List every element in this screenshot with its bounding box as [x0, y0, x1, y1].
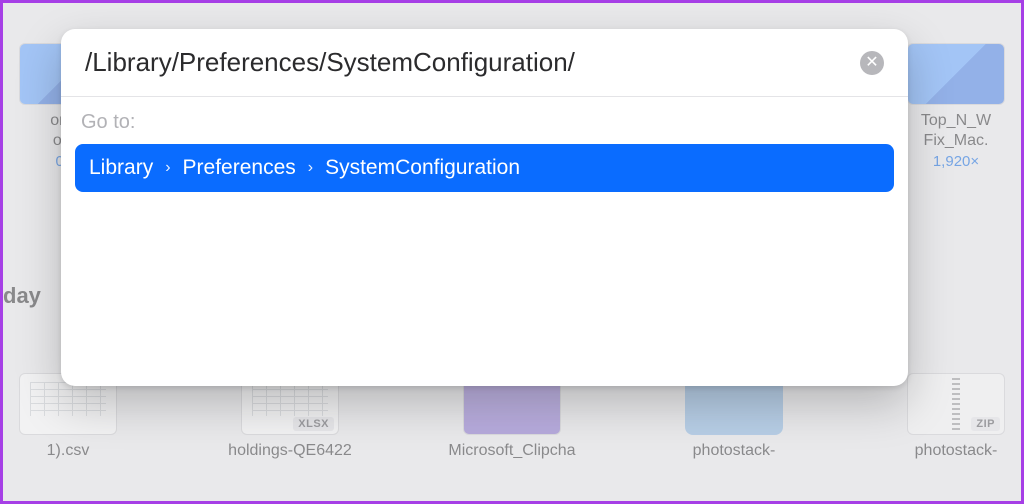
file-thumbnail-zip: ZIP [907, 373, 1005, 435]
path-suggestion-row[interactable]: Library › Preferences › SystemConfigurat… [75, 144, 894, 192]
go-to-folder-sheet: ✕ Go to: Library › Preferences › SystemC… [61, 29, 908, 386]
file-type-badge: XLSX [293, 417, 334, 431]
path-input-row: ✕ [61, 29, 908, 97]
file-name: holdings-QE6422 [228, 441, 352, 461]
file-dimensions: 1,920× [933, 153, 979, 170]
close-icon: ✕ [865, 55, 878, 71]
file-item[interactable]: Microsoft_Clipcha [417, 373, 607, 461]
breadcrumb-segment: SystemConfiguration [325, 156, 520, 180]
file-name: 1).csv [47, 441, 90, 461]
go-to-hint-label: Go to: [75, 111, 894, 144]
path-input[interactable] [85, 47, 860, 78]
file-name: photostack- [693, 441, 776, 461]
breadcrumb-segment: Library [89, 156, 153, 180]
file-thumbnail-image [907, 43, 1005, 105]
section-header: day [3, 283, 41, 309]
file-type-badge: ZIP [971, 417, 1000, 431]
file-name: photostack- [915, 441, 998, 461]
breadcrumb-segment: Preferences [183, 156, 296, 180]
file-name: Microsoft_Clipcha [448, 441, 575, 461]
file-item[interactable]: XLSX holdings-QE6422 [195, 373, 385, 461]
file-name: Top_N_W Fix_Mac. [921, 111, 991, 151]
file-item[interactable]: 1).csv [0, 373, 163, 461]
chevron-right-icon: › [302, 159, 319, 177]
file-item[interactable]: photostack- [639, 373, 829, 461]
file-item[interactable]: ZIP photostack- [861, 373, 1024, 461]
clear-input-button[interactable]: ✕ [860, 51, 884, 75]
chevron-right-icon: › [159, 159, 176, 177]
